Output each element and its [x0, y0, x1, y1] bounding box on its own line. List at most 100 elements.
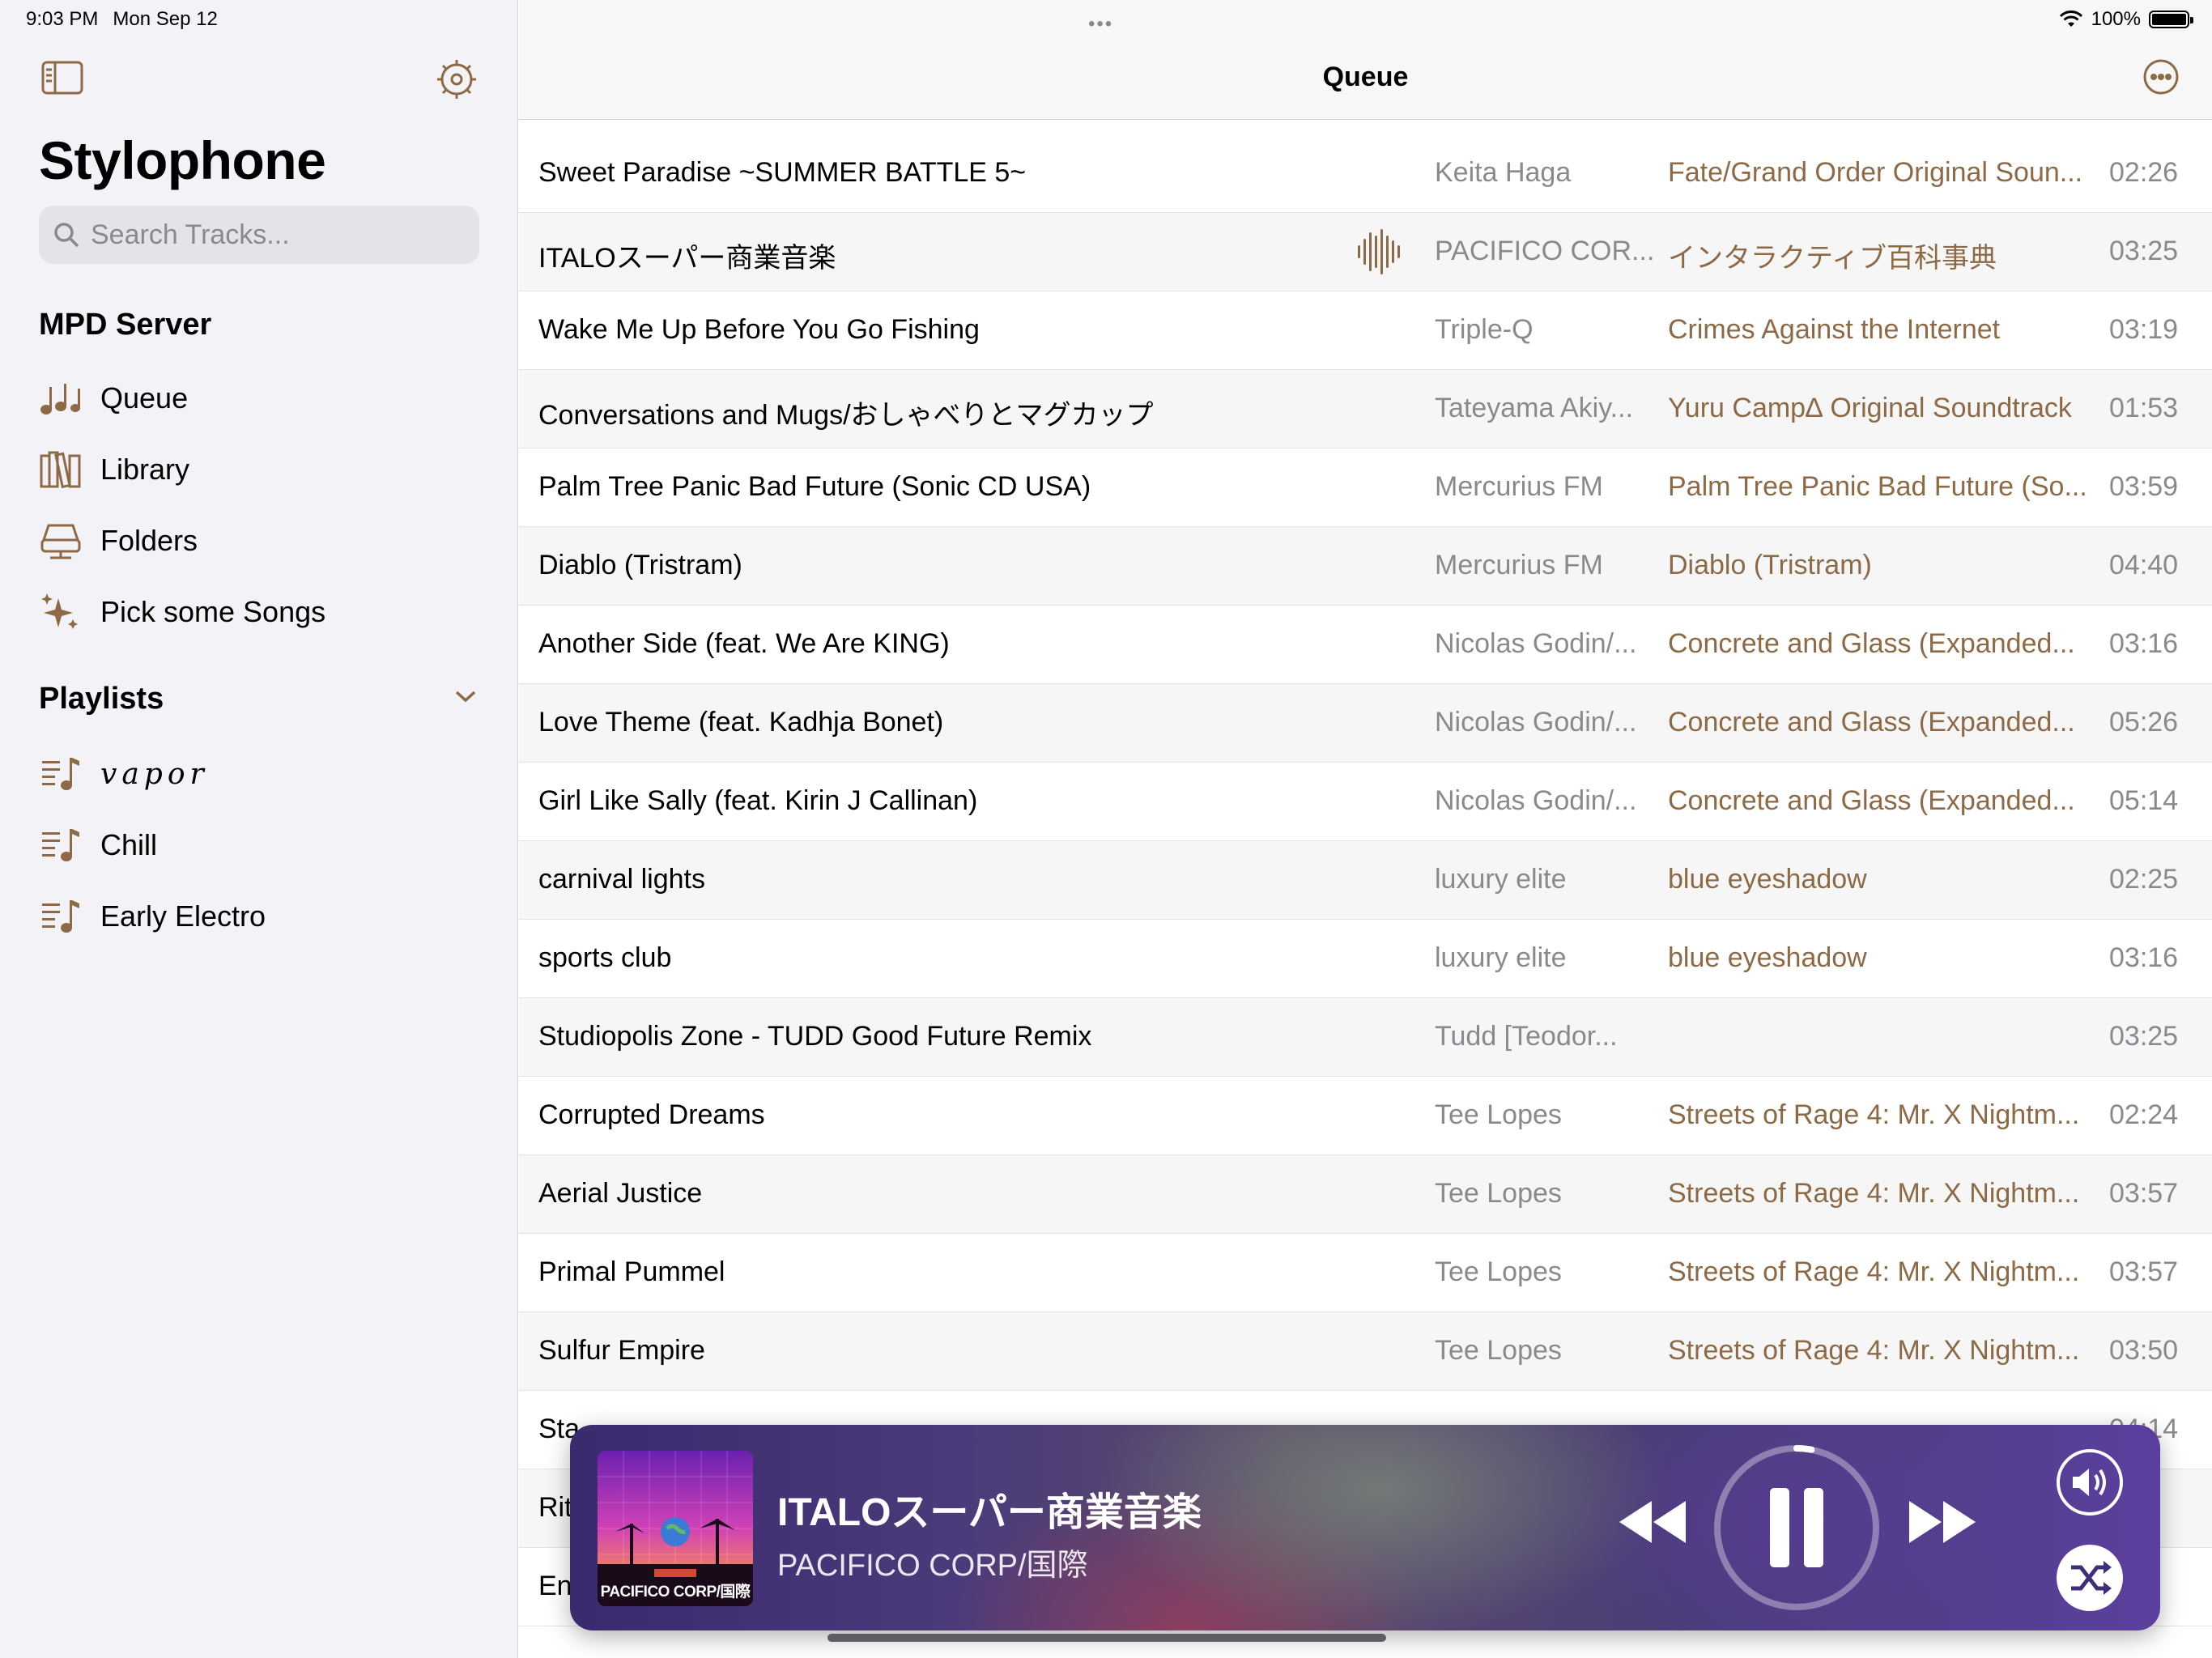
track-row[interactable]: Aerial Justice Tee Lopes Streets of Rage…: [519, 1155, 2212, 1234]
search-bar[interactable]: [39, 206, 479, 264]
sidebar-playlist-vapor[interactable]: vapor: [39, 742, 492, 806]
track-artist: Tee Lopes: [1435, 1099, 1562, 1130]
shuffle-icon: [2057, 1545, 2123, 1611]
sidebar-item-library[interactable]: Library: [39, 437, 492, 502]
more-options-icon[interactable]: [2142, 58, 2180, 100]
track-title: Aerial Justice: [538, 1178, 703, 1209]
track-artist: Tee Lopes: [1435, 1256, 1562, 1287]
track-album: Diablo (Tristram): [1668, 550, 1872, 580]
track-album: Streets of Rage 4: Mr. X Nightm...: [1668, 1335, 2080, 1366]
track-title: carnival lights: [538, 864, 705, 895]
settings-gear-icon[interactable]: [436, 58, 478, 104]
track-duration: 03:25: [2109, 236, 2179, 266]
track-row[interactable]: Another Side (feat. We Are KING) Nicolas…: [519, 606, 2212, 684]
track-row[interactable]: Corrupted Dreams Tee Lopes Streets of Ra…: [519, 1077, 2212, 1155]
track-title: Sulfur Empire: [538, 1335, 705, 1366]
track-duration: 02:26: [2109, 157, 2179, 188]
track-row[interactable]: Love Theme (feat. Kadhja Bonet) Nicolas …: [519, 684, 2212, 763]
rewind-button[interactable]: [1616, 1498, 1689, 1550]
track-artist: Nicolas Godin/...: [1435, 628, 1637, 659]
sidebar-item-folders[interactable]: Folders: [39, 508, 492, 573]
track-row[interactable]: Studiopolis Zone - TUDD Good Future Remi…: [519, 998, 2212, 1077]
track-row[interactable]: Diablo (Tristram) Mercurius FM Diablo (T…: [519, 527, 2212, 606]
sidebar-toggle-icon[interactable]: [40, 60, 84, 100]
play-pause-button[interactable]: [1712, 1443, 1882, 1617]
track-row-now-playing[interactable]: ITALOスーパー商業音楽 PACIFICO COR... インタラクティブ百科…: [519, 213, 2212, 291]
track-row[interactable]: Palm Tree Panic Bad Future (Sonic CD USA…: [519, 449, 2212, 527]
multitasking-dots[interactable]: •••: [1088, 13, 1113, 36]
playback-progress-ring: [1793, 1445, 1815, 1453]
shuffle-button[interactable]: [2055, 1543, 2125, 1617]
track-artist: Nicolas Godin/...: [1435, 707, 1637, 738]
fast-forward-button[interactable]: [1906, 1498, 1979, 1550]
track-duration: 01:53: [2109, 393, 2179, 423]
sidebar-playlist-chill[interactable]: Chill: [39, 813, 492, 878]
battery-percent: 100%: [2091, 8, 2141, 30]
sidebar-item-label: Folders: [100, 524, 198, 557]
track-album: Palm Tree Panic Bad Future (So...: [1668, 471, 2087, 502]
track-album: インタラクティブ百科事典: [1668, 243, 1997, 274]
track-duration: 03:19: [2109, 314, 2179, 345]
sidebar-item-queue[interactable]: Queue: [39, 366, 492, 431]
track-duration: 02:25: [2109, 864, 2179, 895]
sidebar-item-label: Queue: [100, 381, 189, 414]
track-row[interactable]: carnival lights luxury elite blue eyesha…: [519, 841, 2212, 920]
track-duration: 02:24: [2109, 1099, 2179, 1130]
status-date: Mon Sep 12: [113, 8, 218, 30]
speaker-volume-icon: [2057, 1449, 2123, 1516]
playlists-header: Playlists: [39, 682, 164, 716]
track-row[interactable]: Primal Pummel Tee Lopes Streets of Rage …: [519, 1234, 2212, 1312]
now-playing-artist: PACIFICO CORP/国際: [777, 1549, 1088, 1583]
sidebar-item-label: Pick some Songs: [100, 595, 326, 628]
track-album: blue eyeshadow: [1668, 942, 1867, 973]
track-row[interactable]: Conversations and Mugs/おしゃべりとマグカップ Tatey…: [519, 370, 2212, 449]
track-row[interactable]: sports club luxury elite blue eyeshadow …: [519, 920, 2212, 998]
track-title: Love Theme (feat. Kadhja Bonet): [538, 707, 944, 738]
nav-bar: Queue: [519, 0, 2212, 120]
track-artist: Tee Lopes: [1435, 1178, 1562, 1209]
track-duration: 03:25: [2109, 1021, 2179, 1052]
chevron-down-icon[interactable]: [453, 688, 478, 708]
track-album: Concrete and Glass (Expanded...: [1668, 707, 2075, 738]
now-playing-title: ITALOスーパー商業音楽: [777, 1491, 1202, 1534]
track-title: ITALOスーパー商業音楽: [538, 243, 836, 274]
track-row[interactable]: Sweet Paradise ~SUMMER BATTLE 5~ Keita H…: [519, 134, 2212, 213]
track-artist: Keita Haga: [1435, 157, 1572, 188]
track-album: Fate/Grand Order Original Soun...: [1668, 157, 2083, 188]
search-input[interactable]: [91, 219, 463, 251]
waveform-playing-icon: [1355, 227, 1403, 283]
playlist-icon: [39, 752, 83, 796]
track-album: Streets of Rage 4: Mr. X Nightm...: [1668, 1178, 2080, 1209]
track-title: Corrupted Dreams: [538, 1099, 765, 1130]
track-duration: 03:50: [2109, 1335, 2179, 1366]
server-drive-icon: [39, 519, 83, 563]
track-title: Palm Tree Panic Bad Future (Sonic CD USA…: [538, 471, 1091, 502]
books-icon: [39, 448, 83, 491]
playlist-icon: [39, 895, 83, 938]
track-title: Another Side (feat. We Are KING): [538, 628, 950, 659]
track-duration: 05:14: [2109, 785, 2179, 816]
track-artist: Tee Lopes: [1435, 1335, 1562, 1366]
track-album: Concrete and Glass (Expanded...: [1668, 628, 2075, 659]
sidebar-playlist-early-electro[interactable]: Early Electro: [39, 884, 492, 949]
track-album: Yuru Camp∆ Original Soundtrack: [1668, 393, 2072, 423]
track-artist: luxury elite: [1435, 864, 1567, 895]
album-art[interactable]: PACIFICO CORP/国際: [598, 1451, 753, 1606]
wifi-icon: [2059, 11, 2082, 27]
home-indicator[interactable]: [827, 1634, 1386, 1642]
track-album: Concrete and Glass (Expanded...: [1668, 785, 2075, 816]
sidebar-item-pick-some-songs[interactable]: Pick some Songs: [39, 580, 492, 644]
track-duration: 03:57: [2109, 1256, 2179, 1287]
sidebar-item-label: Library: [100, 453, 190, 486]
track-title: Sweet Paradise ~SUMMER BATTLE 5~: [538, 157, 1027, 188]
track-album: blue eyeshadow: [1668, 864, 1867, 895]
track-artist: luxury elite: [1435, 942, 1567, 973]
now-playing-bar[interactable]: PACIFICO CORP/国際 ITALOスーパー商業音楽 PACIFICO …: [570, 1425, 2160, 1630]
track-row[interactable]: Sulfur Empire Tee Lopes Streets of Rage …: [519, 1312, 2212, 1391]
track-duration: 03:16: [2109, 942, 2179, 973]
track-row[interactable]: Girl Like Sally (feat. Kirin J Callinan)…: [519, 763, 2212, 841]
pause-icon: [1770, 1488, 1823, 1567]
volume-button[interactable]: [2055, 1448, 2125, 1521]
playlist-icon: [39, 823, 83, 867]
track-row[interactable]: Wake Me Up Before You Go Fishing Triple-…: [519, 291, 2212, 370]
